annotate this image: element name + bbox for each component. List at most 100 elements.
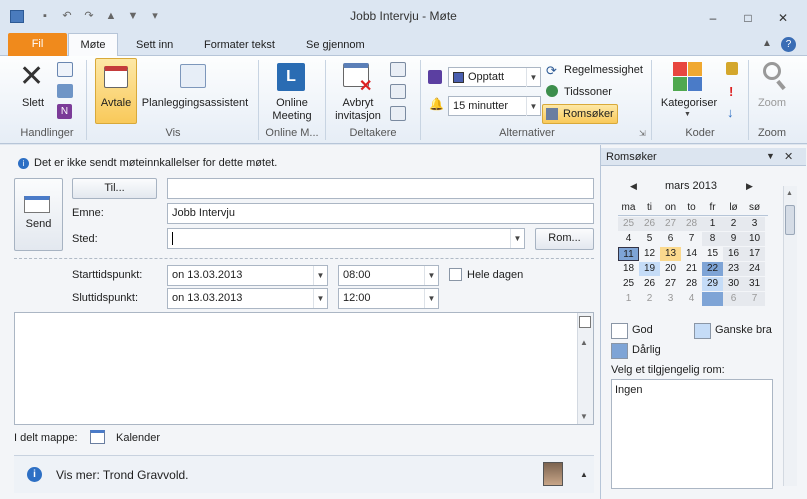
private-lock-icon[interactable] — [726, 62, 738, 75]
calendar-day[interactable]: 28 — [681, 277, 702, 291]
calendar-day[interactable]: 5 — [639, 232, 660, 246]
calendar-day[interactable]: 25 — [618, 277, 639, 291]
ruler-toggle-icon[interactable] — [579, 316, 591, 328]
close-button[interactable]: ✕ — [772, 9, 794, 27]
people-pane-text[interactable]: Vis mer: Trond Gravvold. — [56, 468, 189, 482]
calendar-day[interactable]: 12 — [639, 247, 660, 261]
calendar-day[interactable]: 27 — [660, 217, 681, 231]
calendar-day[interactable]: 30 — [723, 277, 744, 291]
tab-format-text[interactable]: Formater tekst — [198, 36, 281, 56]
maximize-button[interactable]: □ — [737, 9, 759, 27]
calendar-day[interactable]: 31 — [744, 277, 765, 291]
calendar-day[interactable]: 9 — [723, 232, 744, 246]
scroll-up-icon[interactable]: ▲ — [786, 190, 793, 197]
calendar-day[interactable]: 20 — [660, 262, 681, 276]
prev-month-icon[interactable]: ◀ — [630, 181, 637, 192]
calendar-day[interactable]: 25 — [618, 217, 639, 231]
end-date-dropdown[interactable]: on 13.03.2013 ▼ — [167, 288, 328, 309]
location-field[interactable]: ▼ — [167, 228, 525, 249]
start-time-dropdown[interactable]: 08:00 ▼ — [338, 265, 439, 286]
calendar-day[interactable]: 29 — [702, 277, 723, 291]
pane-scroll-thumb[interactable] — [785, 205, 795, 235]
tab-file[interactable]: Fil — [8, 33, 67, 56]
zoom-button[interactable]: Zoom — [752, 97, 792, 110]
reminder-dropdown[interactable]: 15 minutter ▼ — [448, 96, 541, 116]
calendar-day[interactable]: 1 — [618, 292, 639, 306]
calendar-day[interactable]: 4 — [681, 292, 702, 306]
avatar[interactable] — [543, 462, 563, 486]
rooms-button[interactable]: Rom... — [535, 228, 594, 250]
calendar-day[interactable]: 14 — [681, 247, 702, 261]
to-field[interactable] — [167, 178, 594, 199]
calendar-small-icon[interactable] — [57, 62, 73, 77]
minimize-button[interactable]: – — [702, 9, 724, 27]
calendar-day[interactable]: 3 — [744, 217, 765, 231]
calendar-day[interactable]: 2 — [723, 217, 744, 231]
scheduling-assistant-button[interactable]: Planleggingsassistent — [138, 97, 252, 110]
online-meeting-button-l2[interactable]: Meeting — [262, 110, 322, 123]
to-button[interactable]: Til... — [72, 178, 157, 199]
next-month-icon[interactable]: ▶ — [746, 181, 753, 192]
calendar-day[interactable]: 8 — [702, 232, 723, 246]
online-meeting-button-l1[interactable]: Online — [262, 97, 322, 110]
room-option[interactable]: Ingen — [615, 384, 643, 396]
help-icon[interactable]: ? — [781, 37, 796, 52]
calendar-day[interactable]: 2 — [639, 292, 660, 306]
calendar-day[interactable]: 7 — [681, 232, 702, 246]
check-names-icon[interactable] — [390, 84, 406, 99]
high-importance-icon[interactable]: ! — [729, 84, 733, 99]
delete-button[interactable]: Slett — [14, 97, 52, 110]
calendar-day[interactable]: 21 — [681, 262, 702, 276]
send-button[interactable] — [14, 178, 63, 251]
calendar-day[interactable]: 15 — [702, 247, 723, 261]
all-day-checkbox[interactable] — [449, 268, 462, 281]
calendar-day[interactable]: 6 — [723, 292, 744, 306]
calendar-day-selected[interactable]: 13 — [660, 247, 681, 261]
dialog-launcher-icon[interactable]: ⇲ — [639, 129, 646, 138]
recurrence-button[interactable]: Regelmessighet — [564, 64, 643, 76]
collapse-ribbon-icon[interactable]: ▲ — [762, 38, 772, 49]
scroll-down-icon[interactable]: ▼ — [580, 412, 588, 421]
calendar-day[interactable]: 27 — [660, 277, 681, 291]
scroll-up-icon[interactable]: ▲ — [580, 338, 588, 347]
calendar-day[interactable]: 28 — [681, 217, 702, 231]
room-listbox[interactable]: Ingen — [611, 379, 773, 489]
show-as-dropdown[interactable]: Opptatt ▼ — [448, 67, 541, 87]
pane-close-icon[interactable]: ✕ — [784, 150, 793, 163]
response-options-icon[interactable] — [390, 106, 406, 121]
calendar-day[interactable]: 22 — [702, 262, 723, 276]
end-time-dropdown[interactable]: 12:00 ▼ — [338, 288, 439, 309]
categorize-button[interactable]: Kategoriser — [656, 97, 722, 110]
calendar-day[interactable]: 1 — [702, 217, 723, 231]
tab-insert[interactable]: Sett inn — [130, 36, 179, 56]
low-importance-icon[interactable]: ↓ — [727, 105, 734, 120]
calendar-day[interactable]: 5 — [702, 292, 723, 306]
pane-menu-icon[interactable]: ▼ — [766, 151, 775, 161]
calendar-day[interactable]: 23 — [723, 262, 744, 276]
address-book-icon[interactable] — [390, 62, 406, 77]
timezones-button[interactable]: Tidssoner — [564, 86, 612, 98]
calendar-day[interactable]: 6 — [660, 232, 681, 246]
tab-review[interactable]: Se gjennom — [300, 36, 371, 56]
calendar-day[interactable]: 17 — [744, 247, 765, 261]
cancel-invitation-button-l2[interactable]: invitasjon — [330, 110, 386, 123]
calendar-day[interactable]: 3 — [660, 292, 681, 306]
forward-icon[interactable] — [57, 84, 73, 98]
calendar-day[interactable]: 16 — [723, 247, 744, 261]
calendar-day[interactable]: 26 — [639, 277, 660, 291]
cancel-invitation-button-l1[interactable]: Avbryt — [330, 97, 386, 110]
onenote-icon[interactable]: N — [57, 104, 72, 119]
calendar-day[interactable]: 11 — [618, 247, 639, 261]
calendar-day[interactable]: 7 — [744, 292, 765, 306]
calendar-day[interactable]: 4 — [618, 232, 639, 246]
body-editor[interactable] — [14, 312, 594, 425]
calendar-day[interactable]: 19 — [639, 262, 660, 276]
tab-meeting[interactable]: Møte — [68, 33, 118, 57]
calendar-day[interactable]: 10 — [744, 232, 765, 246]
subject-field[interactable]: Jobb Intervju — [167, 203, 594, 224]
calendar-day[interactable]: 26 — [639, 217, 660, 231]
start-date-dropdown[interactable]: on 13.03.2013 ▼ — [167, 265, 328, 286]
editor-scrollbar[interactable] — [577, 313, 593, 424]
calendar-day[interactable]: 18 — [618, 262, 639, 276]
calendar-day[interactable]: 24 — [744, 262, 765, 276]
